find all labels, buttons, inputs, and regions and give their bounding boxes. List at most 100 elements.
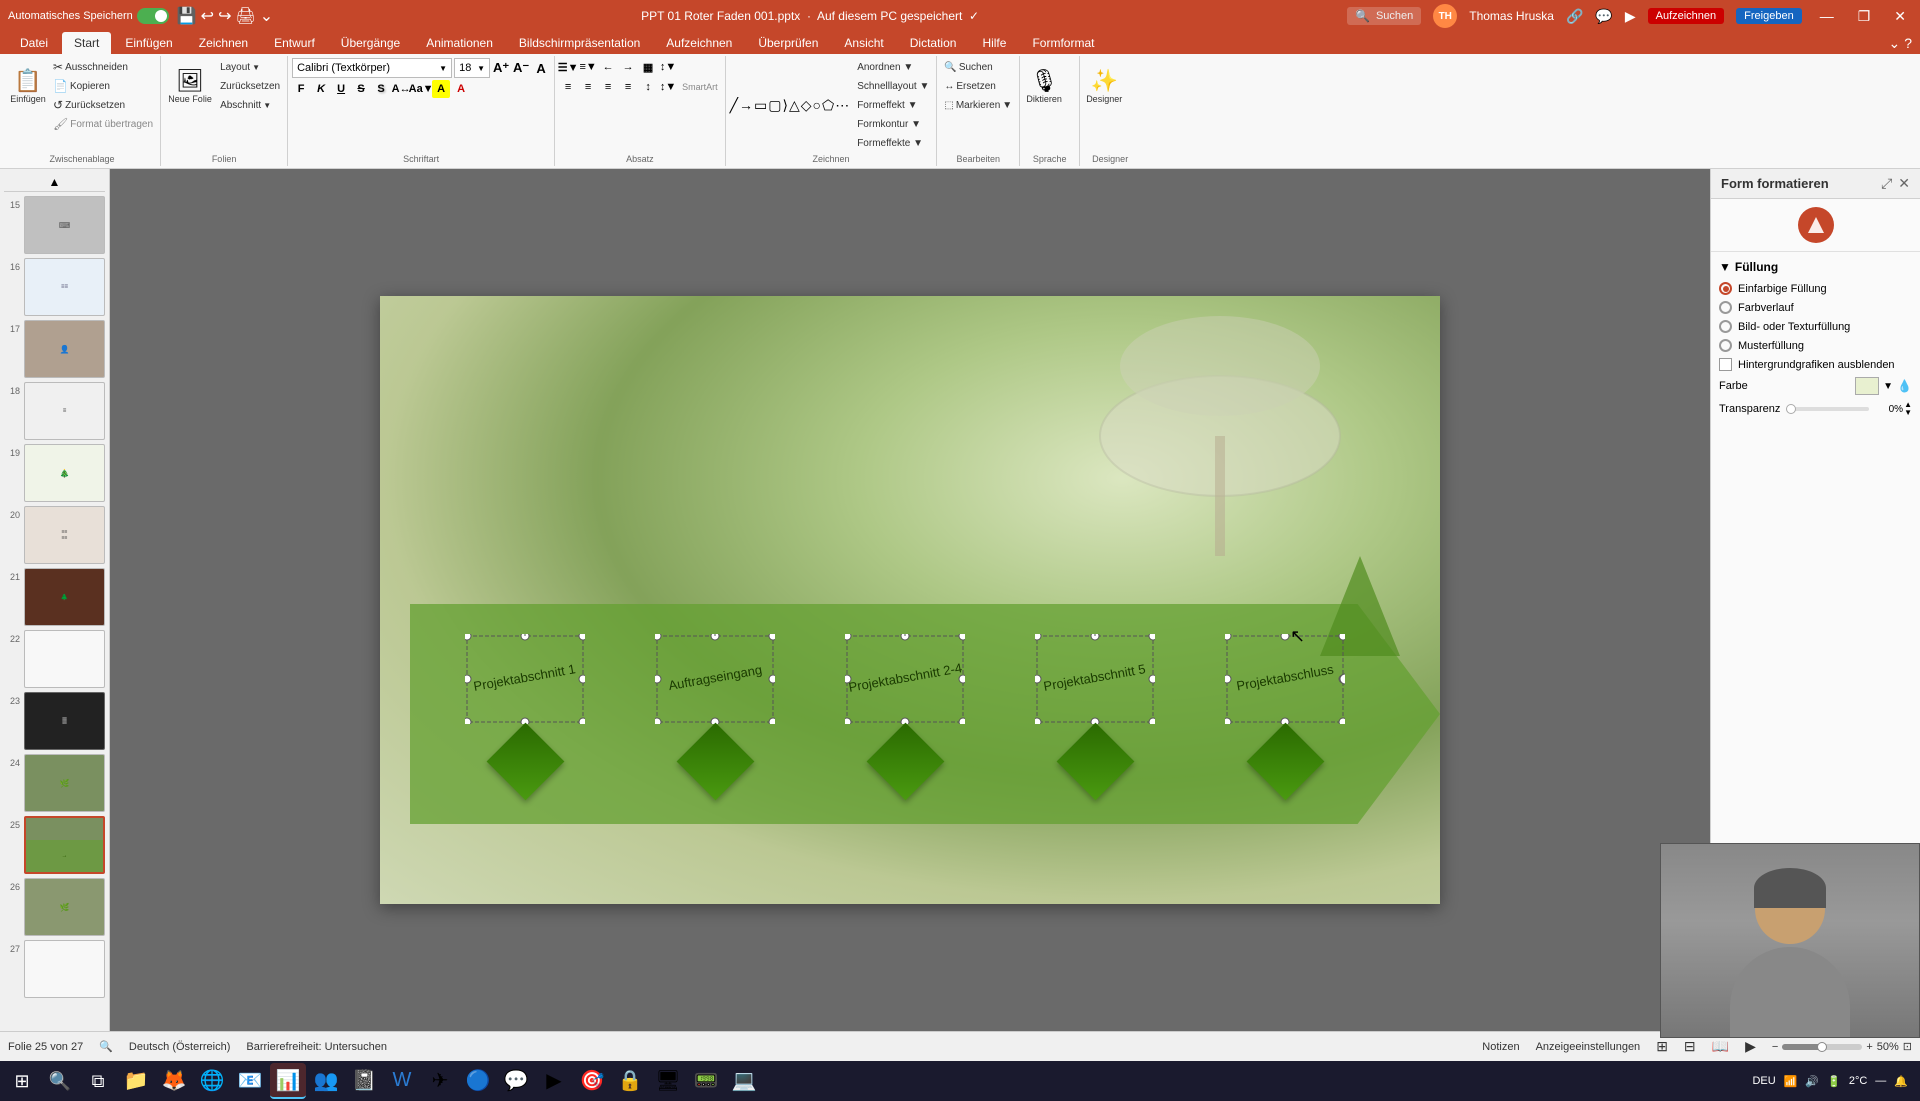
tab-einfuegen[interactable]: Einfügen xyxy=(113,32,184,54)
view-normal-icon[interactable]: ⊞ xyxy=(1656,1038,1668,1055)
font-name-selector[interactable]: Calibri (Textkörper) ▼ xyxy=(292,58,452,78)
slide-img-21[interactable]: 🌲 xyxy=(24,568,105,626)
slide-thumb-18[interactable]: 18 ≡ xyxy=(4,382,105,440)
line-spacing-button[interactable]: ↕▼ xyxy=(659,58,677,76)
zoom-out-icon[interactable]: − xyxy=(1772,1041,1778,1053)
shape-chevron[interactable]: ⟩ xyxy=(783,97,788,114)
transparenz-down-icon[interactable]: ▼ xyxy=(1904,409,1912,417)
taskbar-app5[interactable]: 🔒 xyxy=(612,1063,648,1099)
cols-button[interactable]: ▦ xyxy=(639,58,657,76)
italic-button[interactable]: K xyxy=(312,80,330,98)
align-right-button[interactable]: ≡ xyxy=(599,78,617,96)
zuruecksetzen-button[interactable]: ↺ Zurücksetzen xyxy=(50,96,128,114)
slide-thumb-24[interactable]: 24 🌿 xyxy=(4,754,105,812)
schnelllayout-button[interactable]: Schnelllayout ▼ xyxy=(854,77,932,95)
minimize-button[interactable]: — xyxy=(1814,8,1840,24)
tab-ueberpruefen[interactable]: Überprüfen xyxy=(746,32,830,54)
slide-img-20[interactable]: ≡≡≡≡ xyxy=(24,506,105,564)
fill-picture-radio[interactable] xyxy=(1719,320,1732,333)
restore-button[interactable]: ❐ xyxy=(1852,8,1877,25)
fill-solid-option[interactable]: Einfarbige Füllung xyxy=(1719,282,1912,295)
inc-indent-button[interactable]: → xyxy=(619,58,637,76)
font-size-selector[interactable]: 18 ▼ xyxy=(454,58,490,78)
strikethrough-button[interactable]: S xyxy=(352,80,370,98)
tab-ansicht[interactable]: Ansicht xyxy=(832,32,895,54)
process-item-3[interactable]: Projektabschnitt 2-4 xyxy=(845,634,965,789)
share-button[interactable]: Freigeben xyxy=(1736,8,1802,24)
slide-thumb-25[interactable]: 25 → xyxy=(4,816,105,874)
slide-thumb-15[interactable]: 15 ⌨ xyxy=(4,196,105,254)
panel-scroll-up[interactable]: ▲ xyxy=(4,173,105,192)
shape-circle[interactable]: ○ xyxy=(813,97,821,113)
layout-button[interactable]: Layout ▼ xyxy=(217,58,283,76)
align-center-button[interactable]: ≡ xyxy=(579,78,597,96)
redo-icon[interactable]: ↪ xyxy=(218,6,231,26)
align-text-button[interactable]: ↕▼ xyxy=(659,78,677,96)
numbering-button[interactable]: ≡▼ xyxy=(579,58,597,76)
slide-thumb-27[interactable]: 27 xyxy=(4,940,105,998)
neue-folie-button[interactable]: 🖼 Neue Folie xyxy=(165,58,215,116)
tab-start[interactable]: Start xyxy=(62,32,111,54)
slide-thumb-19[interactable]: 19 🎄 xyxy=(4,444,105,502)
accessibility-status[interactable]: Barrierefreiheit: Untersuchen xyxy=(246,1041,387,1053)
ersetzen-button[interactable]: ↔ Ersetzen xyxy=(941,77,1015,95)
slide-thumb-21[interactable]: 21 🌲 xyxy=(4,568,105,626)
justify-button[interactable]: ≡ xyxy=(619,78,637,96)
font-color-button[interactable]: A xyxy=(452,80,470,98)
shape-more[interactable]: ⋯ xyxy=(835,97,849,114)
present-icon[interactable]: ▶ xyxy=(1625,8,1636,25)
save-icon[interactable]: 💾 xyxy=(177,6,197,26)
taskbar-app2[interactable]: 💬 xyxy=(498,1063,534,1099)
hide-bg-graphics-option[interactable]: Hintergrundgrafiken ausblenden xyxy=(1719,358,1912,371)
taskbar-network-icon[interactable]: 📶 xyxy=(1784,1075,1798,1088)
slide-img-19[interactable]: 🎄 xyxy=(24,444,105,502)
fill-gradient-option[interactable]: Farbverlauf xyxy=(1719,301,1912,314)
char-spacing-button[interactable]: A↔ xyxy=(392,80,410,98)
tab-datei[interactable]: Datei xyxy=(8,32,60,54)
underline-button[interactable]: U xyxy=(332,80,350,98)
process-item-1[interactable]: Projektabschnitt 1 xyxy=(465,634,585,789)
tab-praesentation[interactable]: Bildschirmpräsentation xyxy=(507,32,652,54)
tab-entwurf[interactable]: Entwurf xyxy=(262,32,327,54)
slide-img-26[interactable]: 🌿 xyxy=(24,878,105,936)
record-button[interactable]: Aufzeichnen xyxy=(1648,8,1725,24)
bold-button[interactable]: F xyxy=(292,80,310,98)
search-button[interactable]: 🔍 xyxy=(42,1063,78,1099)
dec-indent-button[interactable]: ← xyxy=(599,58,617,76)
slide-canvas[interactable]: Projektabschnitt 1 xyxy=(380,296,1440,904)
taskbar-app8[interactable]: 💻 xyxy=(726,1063,762,1099)
ausschneiden-button[interactable]: ✂ Ausschneiden xyxy=(50,58,131,76)
taskbar-firefox[interactable]: 🦊 xyxy=(156,1063,192,1099)
fill-gradient-radio[interactable] xyxy=(1719,301,1732,314)
tab-uebergaenge[interactable]: Übergänge xyxy=(329,32,412,54)
notes-button[interactable]: Notizen xyxy=(1482,1041,1519,1053)
help-icon[interactable]: ? xyxy=(1904,35,1912,51)
language-status[interactable]: Deutsch (Österreich) xyxy=(129,1041,230,1053)
color-swatch[interactable] xyxy=(1855,377,1879,395)
undo-icon[interactable]: ↩ xyxy=(201,6,214,26)
kopieren-button[interactable]: 📄 Kopieren xyxy=(50,77,113,95)
taskbar-chrome[interactable]: 🌐 xyxy=(194,1063,230,1099)
more-icon[interactable]: ⌄ xyxy=(260,6,273,26)
panel-undock-icon[interactable]: ⤢ xyxy=(1881,175,1892,192)
shape-pentagon[interactable]: ⬠ xyxy=(822,97,834,114)
smartart-button[interactable]: SmartArt xyxy=(679,78,721,96)
formeffekte-button[interactable]: Formeffekte ▼ xyxy=(854,134,932,152)
fill-solid-radio[interactable] xyxy=(1719,282,1732,295)
taskbar-telegram[interactable]: ✈ xyxy=(422,1063,458,1099)
taskbar-app7[interactable]: 📟 xyxy=(688,1063,724,1099)
search-bar[interactable]: 🔍 Suchen xyxy=(1347,7,1421,25)
slide-img-24[interactable]: 🌿 xyxy=(24,754,105,812)
fit-slide-icon[interactable]: ⊡ xyxy=(1903,1040,1912,1053)
fuellung-header[interactable]: ▼ Füllung xyxy=(1719,260,1912,274)
autosave-switch[interactable] xyxy=(137,8,169,24)
print-icon[interactable]: 🖨 xyxy=(235,6,255,26)
zoom-in-icon[interactable]: + xyxy=(1866,1041,1872,1053)
clear-format-button[interactable]: A xyxy=(532,59,550,77)
shape-rect[interactable]: ▭ xyxy=(754,97,767,114)
shape-arrow[interactable]: → xyxy=(739,97,753,113)
taskbar-app4[interactable]: 🎯 xyxy=(574,1063,610,1099)
taskbar-battery-icon[interactable]: 🔋 xyxy=(1827,1075,1841,1088)
einfuegen-button[interactable]: 📋 Einfügen xyxy=(8,58,48,116)
transparenz-thumb[interactable] xyxy=(1786,404,1796,414)
